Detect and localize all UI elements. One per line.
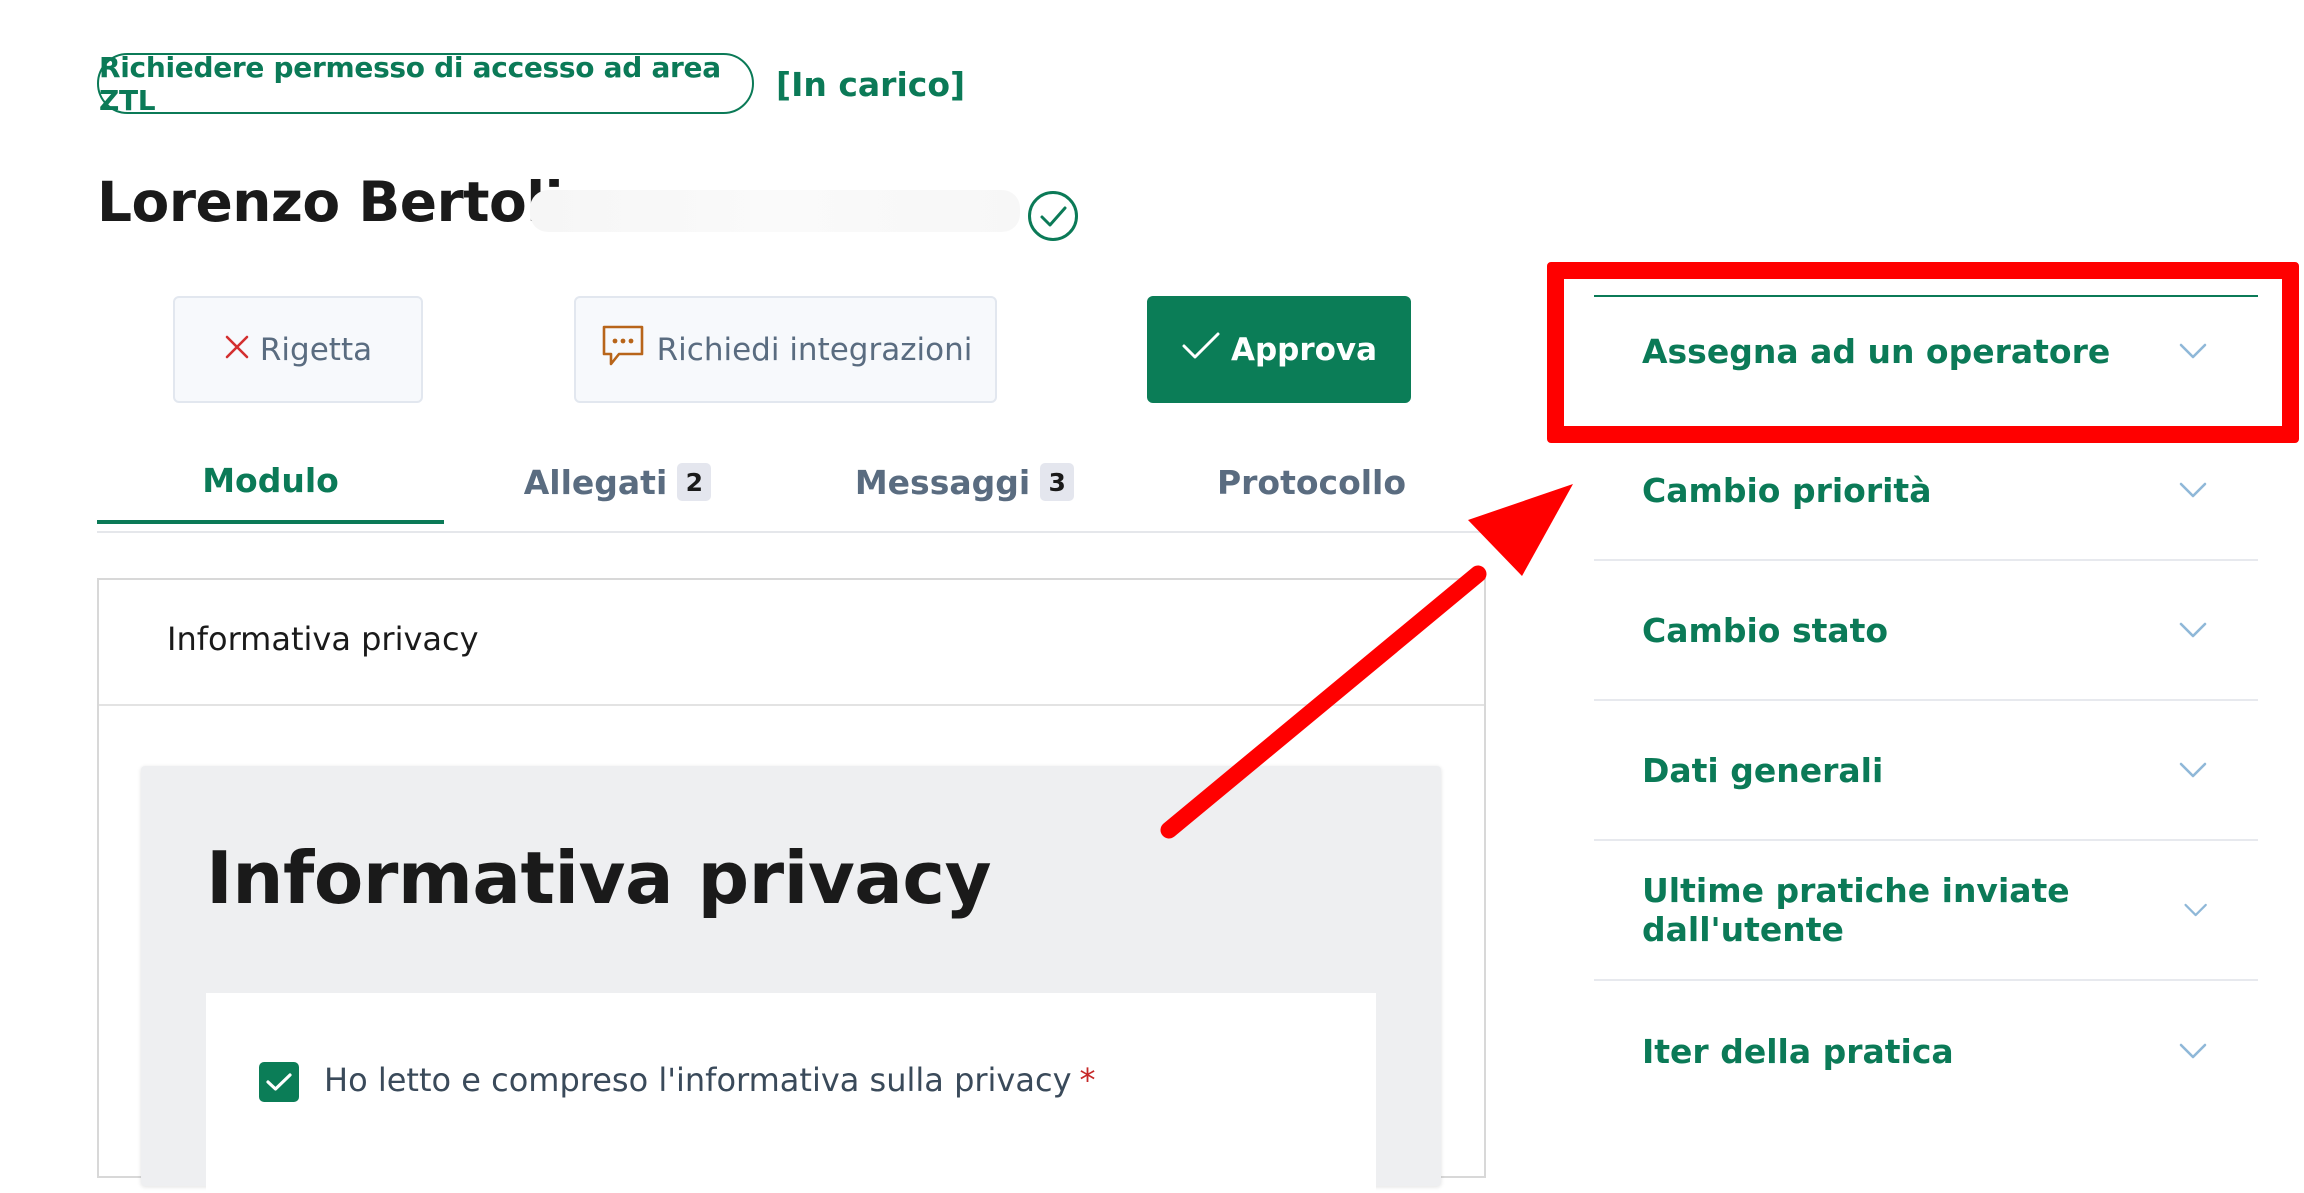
accordion-label: Dati generali <box>1642 750 1884 790</box>
accordion-label: Cambio priorità <box>1642 470 1932 510</box>
tab-messaggi[interactable]: Messaggi 3 <box>791 440 1138 524</box>
chevron-down-icon <box>2179 1043 2207 1059</box>
request-integrations-button[interactable]: Richiedi integrazioni <box>574 296 997 403</box>
accordion-last-submissions[interactable]: Ultime pratiche inviate dall'utente <box>1594 841 2258 981</box>
accordion-practice-history[interactable]: Iter della pratica <box>1594 981 2258 1121</box>
service-name-pill[interactable]: Richiedere permesso di accesso ad area Z… <box>97 51 754 117</box>
checkbox-label-text: Ho letto e compreso l'informativa sulla … <box>324 1061 1072 1099</box>
chevron-down-icon <box>2179 762 2207 778</box>
redacted-field <box>530 190 1020 232</box>
tab-allegati[interactable]: Allegati 2 <box>444 440 791 524</box>
privacy-consent-checkbox[interactable] <box>259 1062 299 1102</box>
message-bubble-icon <box>599 322 647 378</box>
divider <box>99 704 1484 706</box>
panel-heading: Informativa privacy <box>206 836 992 920</box>
tab-label: Modulo <box>202 460 339 500</box>
tab-label: Allegati <box>523 462 668 502</box>
messages-count-badge: 3 <box>1040 463 1075 501</box>
required-marker: * <box>1079 1061 1096 1099</box>
reject-button[interactable]: Rigetta <box>173 296 423 403</box>
tab-label: Messaggi <box>854 462 1031 502</box>
privacy-consent-label[interactable]: Ho letto e compreso l'informativa sulla … <box>324 1061 1096 1099</box>
reject-button-label: Rigetta <box>259 331 373 368</box>
close-icon <box>224 332 250 368</box>
user-name: Lorenzo Bertoli <box>97 170 564 234</box>
chevron-down-icon <box>2179 622 2207 638</box>
approve-button-label: Approva <box>1230 331 1378 368</box>
form-card-title: Informativa privacy <box>167 620 479 658</box>
chevron-down-icon <box>2184 903 2207 917</box>
tab-protocollo[interactable]: Protocollo <box>1138 440 1485 524</box>
accordion-general-data[interactable]: Dati generali <box>1594 701 2258 841</box>
highlight-box-annotation <box>1547 262 2299 443</box>
chevron-down-icon <box>2179 482 2207 498</box>
accordion-label: Ultime pratiche inviate dall'utente <box>1642 871 2070 949</box>
approve-button[interactable]: Approva <box>1147 296 1411 403</box>
tab-modulo[interactable]: Modulo <box>97 440 444 524</box>
tab-label: Protocollo <box>1216 462 1407 502</box>
checkmark-icon <box>266 1073 292 1091</box>
attachments-count-badge: 2 <box>677 463 712 501</box>
accordion-change-status[interactable]: Cambio stato <box>1594 561 2258 701</box>
verified-check-icon <box>1027 190 1079 242</box>
request-integrations-label: Richiedi integrazioni <box>656 331 973 368</box>
accordion-label: Iter della pratica <box>1642 1031 1954 1071</box>
status-tag: [In carico] <box>776 64 966 104</box>
accordion-label: Cambio stato <box>1642 610 1889 650</box>
check-icon <box>1181 331 1221 369</box>
tabs-divider <box>97 531 1485 533</box>
